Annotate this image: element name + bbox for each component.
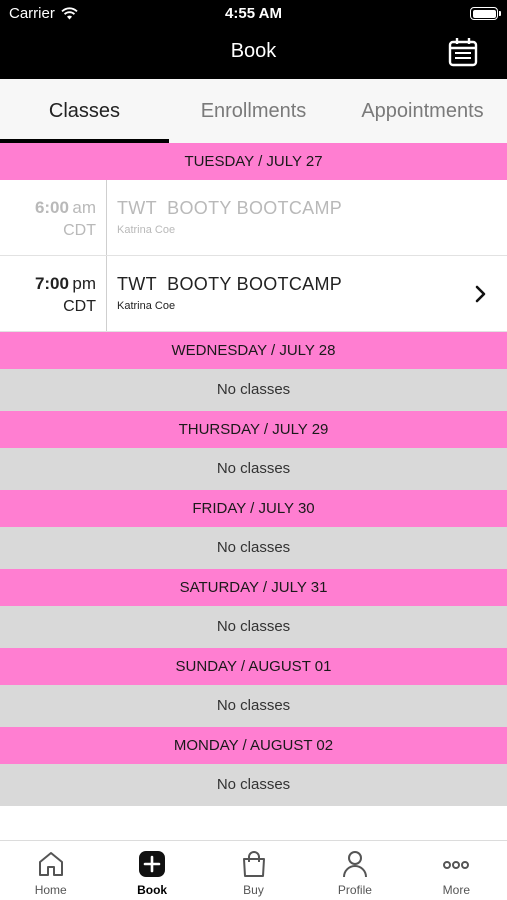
no-classes-message: No classes [0,527,507,569]
day-header: THURSDAY / JULY 29 [0,411,507,448]
no-classes-message: No classes [0,685,507,727]
top-bar: Carrier 4:55 AM Book [0,0,507,79]
person-icon [342,851,367,878]
shopping-bag-icon [242,851,265,877]
bottom-tab-bar: Home Book Buy Profile More [0,840,507,900]
class-time: 7:00 pm CDT [0,256,107,331]
home-icon [38,852,63,876]
calendar-icon[interactable] [447,36,479,68]
segment-tabs: Classes Enrollments Appointments [0,79,507,143]
battery-icon [470,7,501,20]
status-bar: Carrier 4:55 AM [0,0,507,28]
tab-classes[interactable]: Classes [0,79,169,143]
tab-bar-profile[interactable]: Profile [304,841,405,900]
day-header: TUESDAY / JULY 27 [0,143,507,180]
no-classes-message: No classes [0,369,507,411]
class-start-time: 6:00 [34,198,69,217]
tab-bar-label: Buy [243,883,264,897]
class-instructor: Katrina Coe [117,224,176,236]
class-info: TWT BOOTY BOOTCAMP Katrina Coe [117,274,342,312]
tab-bar-more[interactable]: More [406,841,507,900]
no-classes-message: No classes [0,448,507,490]
page-title: Book [230,40,277,62]
chevron-right-icon[interactable] [475,285,487,303]
more-dots-icon [443,861,470,869]
no-classes-message: No classes [0,606,507,648]
class-info: TWT BOOTY BOOTCAMP Katrina Coe [117,198,342,236]
tab-bar-book[interactable]: Book [101,841,202,900]
class-name: TWT BOOTY BOOTCAMP [117,198,343,218]
class-timezone: CDT [63,298,96,315]
tab-bar-buy[interactable]: Buy [203,841,304,900]
tab-bar-label: Home [34,883,67,897]
tab-bar-label: Profile [337,883,372,897]
day-header: SUNDAY / AUGUST 01 [0,648,507,685]
tab-bar-label: Book [137,883,168,897]
day-header: WEDNESDAY / JULY 28 [0,332,507,369]
class-ampm: pm [72,274,96,293]
tab-bar-home[interactable]: Home [0,841,101,900]
class-time: 6:00 am CDT [0,180,107,255]
tab-appointments[interactable]: Appointments [338,79,507,143]
class-row[interactable]: 6:00 am CDT TWT BOOTY BOOTCAMP Katrina C… [0,180,507,256]
tab-bar-label: More [442,883,470,897]
day-header: FRIDAY / JULY 30 [0,490,507,527]
tab-enrollments[interactable]: Enrollments [169,79,338,143]
class-timezone: CDT [63,222,96,239]
plus-square-icon [139,851,166,877]
schedule-list: TUESDAY / JULY 27 6:00 am CDT TWT BOOTY … [0,143,507,806]
class-start-time: 7:00 [34,274,69,293]
class-instructor: Katrina Coe [117,300,176,312]
class-name: TWT BOOTY BOOTCAMP [117,274,343,294]
no-classes-message: No classes [0,764,507,806]
class-row[interactable]: 7:00 pm CDT TWT BOOTY BOOTCAMP Katrina C… [0,256,507,332]
class-ampm: am [72,198,96,217]
day-header: MONDAY / AUGUST 02 [0,727,507,764]
status-time: 4:55 AM [225,5,282,22]
day-header: SATURDAY / JULY 31 [0,569,507,606]
